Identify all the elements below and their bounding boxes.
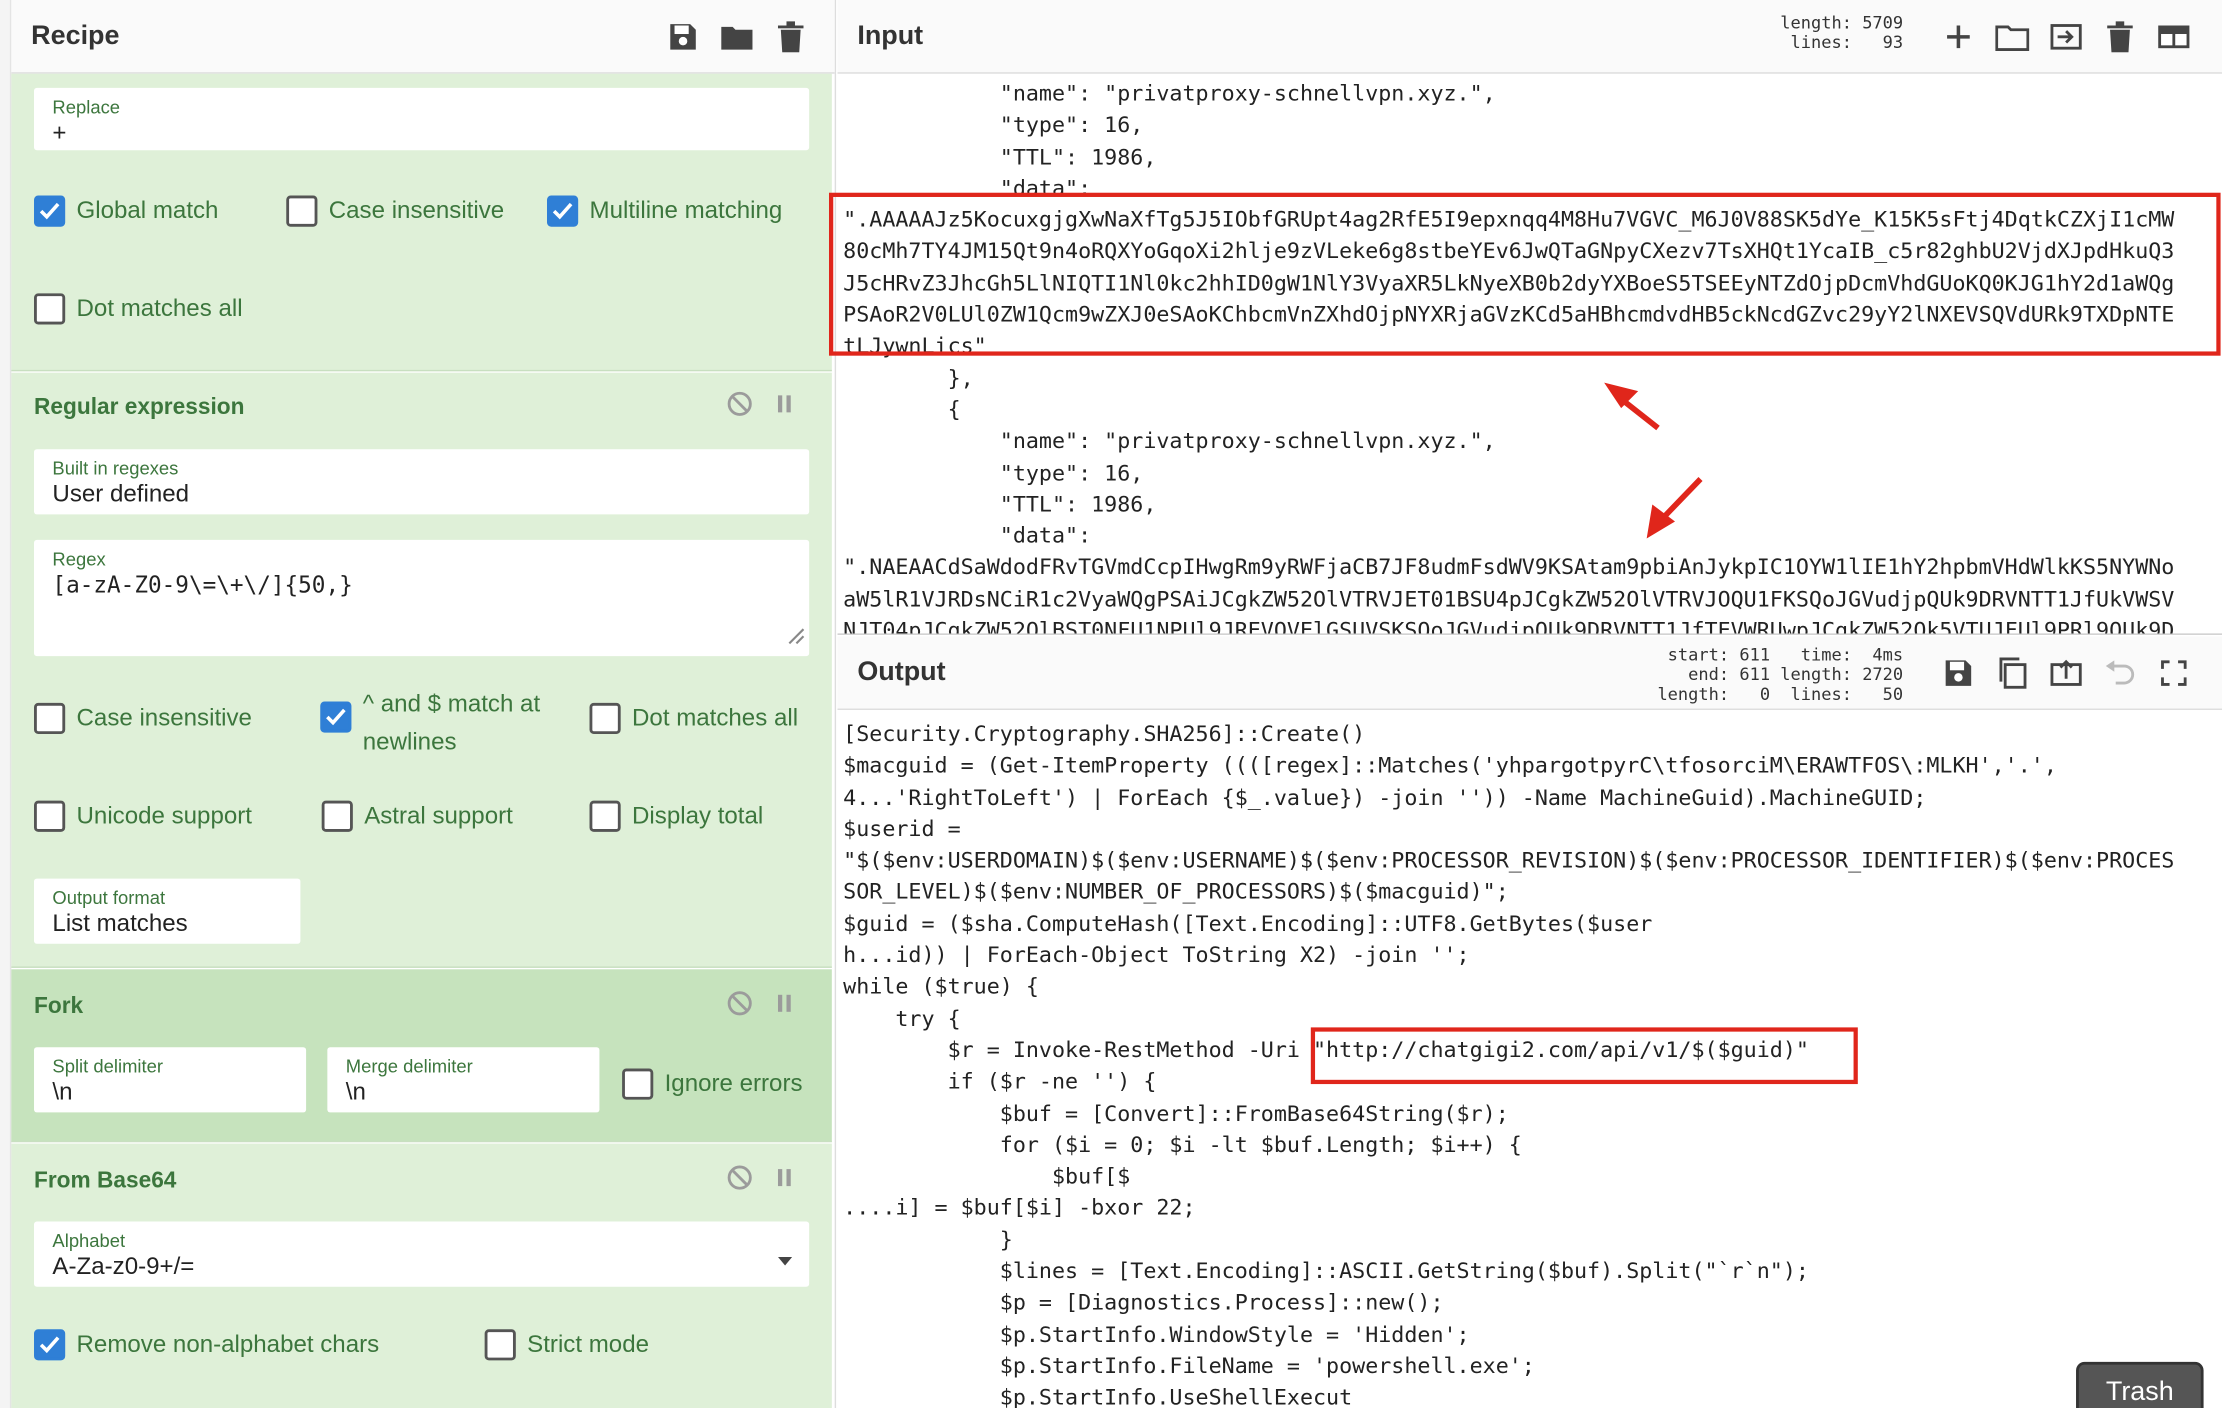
output-title: Output xyxy=(857,656,946,687)
checkmark-icon xyxy=(34,195,66,227)
copy-icon[interactable] xyxy=(1992,653,2032,693)
pause-icon[interactable] xyxy=(777,1166,794,1196)
ignore-errors-checkbox[interactable]: Ignore errors xyxy=(622,1068,803,1100)
output-stats: start: 611 time: 4ms end: 611 length: 27… xyxy=(1657,644,1904,705)
remove-nonalphabet-checkbox[interactable]: Remove non-alphabet chars xyxy=(34,1329,379,1361)
base64-op-title: From Base64 xyxy=(34,1169,177,1194)
output-header: Output start: 611 time: 4ms end: 611 len… xyxy=(837,636,2222,710)
highlight-box-base64 xyxy=(828,192,2221,356)
arrow-icon xyxy=(1604,382,1660,431)
unicode-support-checkbox[interactable]: Unicode support xyxy=(34,800,252,832)
replace-field[interactable]: Replace + xyxy=(34,87,810,151)
recipe-pane: Recipe Replace + Global match Case insen… xyxy=(0,0,837,1408)
global-match-checkbox[interactable]: Global match xyxy=(34,195,218,227)
regex-op-title: Regular expression xyxy=(34,395,245,420)
input-title: Input xyxy=(857,20,924,51)
input-text[interactable]: "name": "privatproxy-schnellvpn.xyz.", "… xyxy=(843,78,2174,634)
checkmark-icon xyxy=(320,701,352,733)
annotation-arrows xyxy=(1604,382,1703,539)
input-stats: length: 5709 lines: 93 xyxy=(1780,12,1904,53)
trash-icon[interactable] xyxy=(771,17,811,57)
undo-icon[interactable] xyxy=(2100,653,2140,693)
output-pane: Output start: 611 time: 4ms end: 611 len… xyxy=(837,636,2222,1408)
case-insensitive-checkbox[interactable]: Case insensitive xyxy=(286,195,504,227)
merge-delimiter-field[interactable]: Merge delimiter \n xyxy=(327,1047,600,1113)
regex-field[interactable]: Regex [a-zA-Z0-9\=\+\/]{50,} xyxy=(34,539,810,657)
trash-button[interactable]: Trash xyxy=(2076,1361,2204,1408)
pause-icon[interactable] xyxy=(777,992,794,1022)
add-icon[interactable] xyxy=(1939,17,1979,57)
alphabet-select[interactable]: Alphabet A-Za-z0-9+/= xyxy=(34,1221,810,1287)
layout-icon[interactable] xyxy=(2154,17,2194,57)
folder-icon[interactable] xyxy=(717,17,757,57)
dot-matches-all-checkbox[interactable]: Dot matches all xyxy=(589,702,798,735)
resize-handle-icon[interactable] xyxy=(785,625,805,652)
save-output-icon[interactable] xyxy=(1939,653,1979,693)
disable-icon[interactable] xyxy=(727,1165,753,1198)
regex-value: [a-zA-Z0-9\=\+\/]{50,} xyxy=(52,571,353,599)
pause-icon[interactable] xyxy=(777,393,794,423)
maximize-icon[interactable] xyxy=(2154,653,2194,693)
dropdown-caret-icon[interactable] xyxy=(777,1247,793,1273)
replace-input-icon[interactable] xyxy=(2046,653,2086,693)
astral-support-checkbox[interactable]: Astral support xyxy=(321,800,513,832)
display-total-checkbox[interactable]: Display total xyxy=(589,800,763,832)
fork-op-title: Fork xyxy=(34,994,84,1019)
strict-mode-checkbox[interactable]: Strict mode xyxy=(484,1329,649,1361)
fork-operation: Fork Split delimiter \n Merge delimiter … xyxy=(11,969,832,1143)
open-folder-icon[interactable] xyxy=(1992,17,2032,57)
dot-matches-all-checkbox[interactable]: Dot matches all xyxy=(34,293,243,325)
case-insensitive-checkbox[interactable]: Case insensitive xyxy=(34,702,252,735)
checkmark-icon xyxy=(34,1329,66,1361)
replace-operation: Replace + Global match Case insensitive … xyxy=(11,73,832,372)
replace-label: Replace xyxy=(52,96,121,118)
input-header: Input length: 5709 lines: 93 xyxy=(837,0,2222,74)
disable-icon[interactable] xyxy=(727,391,753,424)
clear-trash-icon[interactable] xyxy=(2100,17,2140,57)
regex-operation: Regular expression Built in regexes User… xyxy=(11,372,832,968)
arrow-icon xyxy=(1646,477,1703,539)
multiline-checkbox[interactable]: Multiline matching xyxy=(546,195,782,227)
highlight-box-url xyxy=(1310,1027,1858,1085)
checkmark-icon xyxy=(546,195,579,227)
caret-dollar-checkbox[interactable]: ^ and $ match at newlines xyxy=(320,684,575,761)
replace-value: + xyxy=(52,119,67,146)
builtin-regex-field[interactable]: Built in regexes User defined xyxy=(34,449,810,515)
recipe-header: Recipe xyxy=(11,0,835,74)
save-icon[interactable] xyxy=(663,17,703,57)
from-base64-operation: From Base64 Alphabet A-Za-z0-9+/= Remove… xyxy=(11,1143,832,1408)
split-delimiter-field[interactable]: Split delimiter \n xyxy=(34,1047,307,1113)
import-icon[interactable] xyxy=(2046,17,2086,57)
recipe-title: Recipe xyxy=(31,20,120,51)
operations-strip xyxy=(0,0,12,1408)
disable-icon[interactable] xyxy=(727,991,753,1024)
output-format-field[interactable]: Output format List matches xyxy=(34,878,301,944)
